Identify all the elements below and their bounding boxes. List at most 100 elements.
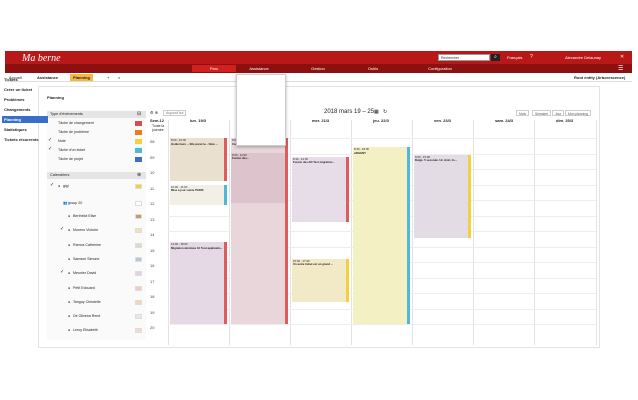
color-swatch[interactable]	[135, 214, 142, 219]
color-swatch[interactable]	[135, 285, 142, 291]
calendar-icon[interactable]: ▦	[374, 109, 379, 115]
hour-label: 20	[150, 325, 155, 330]
top-header	[5, 51, 632, 64]
calendar-label[interactable]: gigi	[63, 183, 69, 190]
checkmark-icon[interactable]: ✓	[48, 137, 52, 143]
color-swatch[interactable]	[135, 299, 142, 305]
allday-label: Toute la journée	[152, 124, 165, 132]
color-swatch[interactable]	[135, 314, 142, 320]
collapse-icon[interactable]: ⊟	[137, 111, 141, 117]
event-title: Fusion des AD Test migration...	[293, 160, 335, 165]
hour-label: 10	[150, 170, 155, 175]
color-swatch[interactable]	[135, 271, 142, 277]
nav-assistance[interactable]: Assistance	[237, 65, 281, 72]
hour-label: 18	[150, 294, 155, 299]
view-button[interactable]: Semaine	[532, 110, 552, 116]
view-button[interactable]: Mois	[516, 110, 529, 116]
calendar-label[interactable]: Berthelot Elise	[73, 213, 96, 220]
checkmark-icon[interactable]: ✓	[48, 146, 52, 152]
calendar-event[interactable]: 9:00 - 11:00 Fusion des...	[231, 152, 288, 204]
event-type-label[interactable]: Tâche de problème	[58, 129, 89, 136]
hour-label: 11	[150, 185, 155, 191]
dropdown-item[interactable]: Créer un ticket	[2, 86, 48, 93]
dropdown-item[interactable]: Tickets récurrents	[2, 136, 48, 143]
calendar-label[interactable]: Ramos Catherine	[73, 242, 101, 249]
dropdown-item[interactable]: Planning	[2, 116, 48, 123]
settings-icon[interactable]: ⚙ ⊕	[150, 110, 158, 115]
hour-label: 14	[150, 232, 155, 237]
calendar-event[interactable]: 15:00 - 17:30 Un autre ticket est un gran…	[292, 258, 349, 302]
calendar-label[interactable]: Samson Simone	[73, 256, 99, 263]
help-icon[interactable]: ?	[530, 54, 533, 60]
calendar-event[interactable]: 10:00 - 11:00 Mise à jour suivie PARIS	[170, 184, 227, 205]
color-swatch[interactable]	[135, 121, 142, 126]
add-icon[interactable]: ⊕	[137, 172, 141, 178]
day-header: lun. 19/3	[190, 118, 207, 123]
event-title: ARGENT	[354, 150, 366, 155]
calendar-label[interactable]: Tanguy Christelle	[73, 299, 101, 306]
calendar-event[interactable]: 8:30 - 18:00 ARGENT	[353, 147, 410, 324]
search-icon[interactable]: ⌕	[118, 74, 120, 81]
hour-label: 08	[150, 139, 155, 144]
color-swatch[interactable]	[135, 201, 142, 206]
checkmark-icon[interactable]: ✓	[60, 226, 64, 232]
nav-configuration[interactable]: Configuration	[412, 65, 468, 72]
color-swatch[interactable]	[135, 242, 142, 248]
search-input[interactable]: Rechercher	[438, 54, 490, 61]
calendar-label[interactable]: De Oliveira René	[73, 313, 100, 320]
refresh-icon[interactable]: ↻	[383, 109, 387, 115]
logo[interactable]: Ma berne	[22, 53, 61, 64]
assistance-dropdown	[236, 74, 286, 146]
event-type-label[interactable]: Note	[58, 138, 66, 145]
entity-selector[interactable]: Root entity (Arborescence)	[574, 75, 625, 80]
nav-gestion[interactable]: Gestion	[296, 65, 340, 72]
color-swatch[interactable]	[135, 148, 142, 153]
user-icon: ●	[68, 214, 71, 218]
search-icon[interactable]: ⌕	[491, 54, 500, 61]
breadcrumb-planning[interactable]: Planning	[70, 74, 93, 81]
event-title: Hodiernum ... Elle parut le... Note ...	[171, 141, 218, 146]
calendars-header: Calendriers	[47, 172, 146, 179]
color-swatch[interactable]	[135, 130, 142, 135]
checkmark-icon[interactable]: ✓	[60, 269, 64, 275]
color-swatch[interactable]	[135, 184, 142, 189]
day-header: mer. 21/3	[312, 118, 330, 123]
language-selector[interactable]: Français	[507, 55, 522, 60]
color-swatch[interactable]	[135, 139, 142, 144]
calendar-event[interactable]: 9:30 - 12:30 Fusion des AD Test migration…	[292, 156, 349, 222]
user-menu[interactable]: Alexandre Delaunay	[565, 55, 601, 60]
nav-outils[interactable]: Outils	[351, 65, 395, 72]
color-swatch[interactable]	[135, 157, 142, 162]
dropdown-item[interactable]: Problèmes	[2, 96, 48, 103]
calendar-label[interactable]: Petit Edouard	[73, 285, 95, 292]
nav-parc[interactable]: Parc	[192, 65, 236, 72]
color-swatch[interactable]	[135, 256, 142, 262]
user-icon: ●	[68, 314, 71, 319]
color-swatch[interactable]	[135, 328, 142, 334]
dropdown-item[interactable]: Statistiques	[2, 126, 48, 133]
hamburger-icon[interactable]: ☰	[618, 65, 623, 72]
events-header: Type d'évènements	[47, 111, 146, 118]
calendar-label[interactable]: Leroy Elisabeth	[73, 327, 98, 334]
calendar-event[interactable]: 8:00 - 10:00 Hodiernum ... Elle parut le.…	[170, 138, 227, 181]
logout-icon[interactable]: ✕	[620, 54, 624, 60]
event-type-label[interactable]: Tâche d'un ticket	[58, 147, 85, 154]
calendar-label[interactable]: Meunier David	[73, 270, 96, 277]
today-button[interactable]: Aujourd'hui	[163, 110, 187, 116]
dropdown-item[interactable]: Changements	[2, 106, 48, 113]
dropdown-item[interactable]: Tickets	[2, 76, 48, 83]
calendar-event[interactable]: 14:00 - 18:00 Migration windows 10 Tout a…	[170, 242, 227, 324]
event-title: Un autre ticket est un grand ...	[293, 262, 334, 267]
view-button[interactable]: Mon planning	[565, 110, 591, 116]
view-button[interactable]: Jour	[552, 110, 565, 116]
checkmark-icon[interactable]: ✓	[50, 182, 54, 188]
day-header: sam. 24/3	[495, 118, 514, 123]
add-icon[interactable]: +	[107, 74, 109, 81]
calendar-label[interactable]: Moreno Victoire	[73, 227, 98, 234]
color-swatch[interactable]	[135, 228, 142, 234]
calendar-label[interactable]: group 20	[68, 200, 82, 207]
event-type-label[interactable]: Tâche de changement	[58, 120, 94, 127]
hour-label: 13	[150, 216, 155, 222]
event-type-label[interactable]: Tâche de projet	[58, 156, 83, 163]
calendar-event[interactable]: 9:00 - 15:00 Delgé. 5 seconde. Un droit, …	[414, 154, 471, 239]
